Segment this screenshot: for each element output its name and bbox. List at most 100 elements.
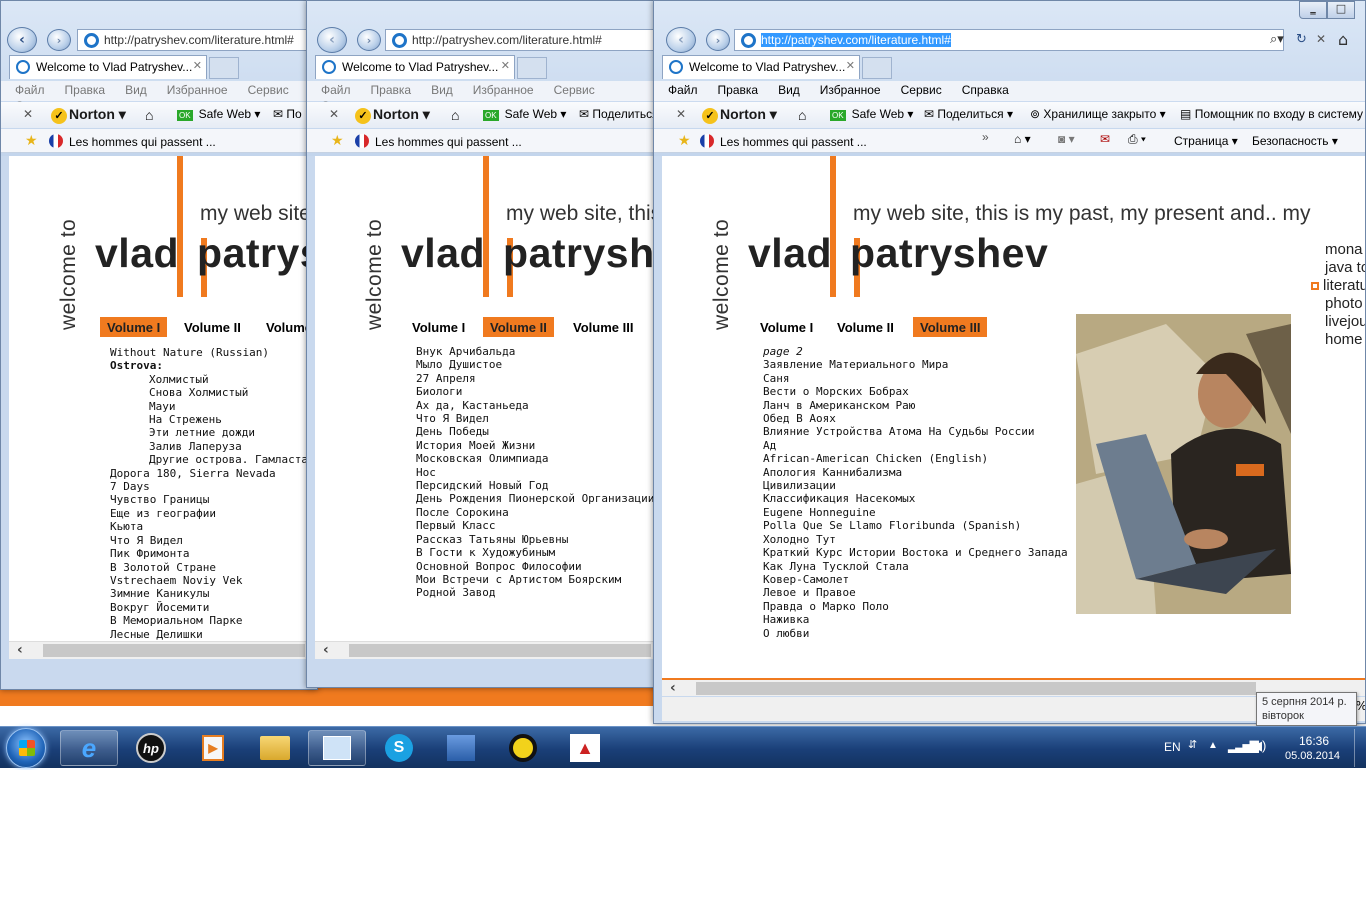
story-link[interactable]: В Мемориальном Парке — [110, 614, 309, 627]
story-link[interactable]: Родной Завод — [416, 586, 654, 599]
menu-tools[interactable]: Сервис — [887, 81, 948, 97]
story-link[interactable]: Мауи — [110, 400, 309, 413]
story-link[interactable]: Ланч в Американском Раю — [763, 399, 1068, 412]
taskbar-media-player[interactable]: ▶ — [184, 730, 242, 766]
forward-button[interactable]: › — [357, 29, 381, 51]
back-button[interactable]: ‹ — [317, 27, 347, 53]
favorite-link[interactable]: Les hommes qui passent ... — [700, 134, 867, 149]
story-link[interactable]: Саня — [763, 372, 1068, 385]
forward-button[interactable]: › — [706, 29, 730, 51]
story-link[interactable]: Polla Que Se Llamo Floribunda (Spanish) — [763, 519, 1068, 532]
volume-3-tab[interactable]: Volume III — [566, 317, 640, 337]
story-link[interactable]: Снова Холмистый — [110, 386, 309, 399]
zoom-percent[interactable]: % — [1356, 699, 1365, 713]
menu-favorites[interactable]: Избранное — [459, 81, 540, 97]
browser-window-1[interactable]: ‹ › http://patryshev.com/literature.html… — [0, 0, 318, 690]
story-link[interactable]: Мои Встречи с Артистом Боярским — [416, 573, 654, 586]
story-link[interactable]: В Золотой Стране — [110, 561, 309, 574]
page-menu[interactable]: Страница ▾ — [1174, 134, 1238, 148]
volume-1-tab[interactable]: Volume I — [753, 317, 820, 337]
story-link[interactable]: African-American Chicken (English) — [763, 452, 1068, 465]
story-link[interactable]: Как Луна Тусклой Стала — [763, 560, 1068, 573]
start-button[interactable] — [6, 728, 46, 768]
volume-1-tab[interactable]: Volume I — [405, 317, 472, 337]
address-bar[interactable]: http://patryshev.com/literature.html# — [385, 29, 661, 51]
volume-3-tab[interactable]: Volume III — [913, 317, 988, 337]
back-button[interactable]: ‹ — [7, 27, 37, 53]
story-link[interactable]: Другие острова. Гамластан. — [110, 453, 309, 466]
story-link[interactable]: Ах да, Кастаньеда — [416, 399, 654, 412]
refresh-icon[interactable]: ↻ — [1296, 32, 1307, 47]
browser-window-2[interactable]: ‹ › http://patryshev.com/literature.html… — [306, 0, 662, 688]
favorite-link[interactable]: Les hommes qui passent ... — [49, 134, 216, 149]
scroll-thumb[interactable] — [349, 644, 651, 657]
story-link[interactable]: Холодно Тут — [763, 533, 1068, 546]
menu-favorites[interactable]: Избранное — [806, 81, 887, 97]
story-link[interactable]: Что Я Видел — [416, 412, 654, 425]
menu-tools[interactable]: Сервис — [234, 81, 295, 97]
story-link[interactable]: Ковер-Самолет — [763, 573, 1068, 586]
scroll-left-icon[interactable]: ‹ — [17, 642, 23, 658]
menu-view[interactable]: Вид — [417, 81, 459, 97]
address-bar[interactable]: http://patryshev.com/literature.html# — [77, 29, 317, 51]
story-link[interactable]: Цивилизации — [763, 479, 1068, 492]
volume-1-tab[interactable]: Volume I — [100, 317, 168, 337]
scroll-left-icon[interactable]: ‹ — [323, 642, 329, 658]
menu-edit[interactable]: Правка — [51, 81, 112, 97]
vault-menu[interactable]: ⊚ Хранилище закрыто ▾ — [1030, 107, 1166, 121]
menu-view[interactable]: Вид — [111, 81, 153, 97]
volume-3-tab[interactable]: Volume III — [259, 317, 309, 337]
nav-link-photo[interactable]: photo — [1325, 295, 1365, 313]
taskbar-control-panel[interactable] — [308, 730, 366, 766]
story-link[interactable]: Внук Арчибальда — [416, 345, 654, 358]
taskbar-freshtel[interactable]: ▲ — [556, 730, 614, 766]
volume-icon[interactable]: ◀) — [1252, 738, 1266, 754]
close-tab-icon[interactable]: ✕ — [193, 59, 202, 72]
menu-file[interactable]: Файл — [1, 81, 51, 97]
story-link[interactable]: Классификация Насекомых — [763, 492, 1068, 505]
close-tab-icon[interactable]: ✕ — [846, 59, 855, 72]
tab-active[interactable]: Welcome to Vlad Patryshev... ✕ — [9, 55, 207, 79]
close-toolbar-icon[interactable]: ✕ — [676, 107, 686, 121]
browser-window-3[interactable]: ‗ □ ‹ › http://patryshev.com/literature.… — [653, 0, 1366, 724]
menu-edit[interactable]: Правка — [704, 81, 765, 97]
close-toolbar-icon[interactable]: ✕ — [23, 107, 33, 121]
taskbar-internet-explorer[interactable]: e — [60, 730, 118, 766]
maximize-button[interactable]: □ — [1327, 1, 1355, 19]
story-link[interactable]: Without Nature (Russian) — [110, 346, 309, 359]
scroll-left-icon[interactable]: ‹ — [670, 680, 676, 696]
story-link[interactable]: Пик Фримонта — [110, 547, 309, 560]
horizontal-scrollbar[interactable]: ‹ — [9, 641, 309, 659]
story-link[interactable]: Мыло Душистое — [416, 358, 654, 371]
story-link[interactable]: После Сорокина — [416, 506, 654, 519]
scroll-thumb[interactable] — [696, 682, 1256, 695]
forward-button[interactable]: › — [47, 29, 71, 51]
new-tab-button[interactable] — [517, 57, 547, 79]
story-link[interactable]: Рассказ Татьяны Юрьевны — [416, 533, 654, 546]
story-link[interactable]: Нос — [416, 466, 654, 479]
home-icon[interactable]: ⌂ — [145, 107, 153, 123]
safe-web-menu[interactable]: OK Safe Web ▾ — [830, 107, 913, 121]
story-link[interactable]: Персидский Новый Год — [416, 479, 654, 492]
story-link[interactable]: Чувство Границы — [110, 493, 309, 506]
favorites-star-icon[interactable]: ★ — [331, 132, 344, 149]
story-link[interactable]: Вести о Морских Бобрах — [763, 385, 1068, 398]
story-link[interactable]: Заявление Материального Мира — [763, 358, 1068, 371]
mail-icon[interactable]: ✉ — [1100, 132, 1110, 146]
story-link[interactable]: 7 Days — [110, 480, 309, 493]
tab-active[interactable]: Welcome to Vlad Patryshev... ✕ — [315, 55, 515, 79]
story-link[interactable]: Vstrechaem Noviy Vek — [110, 574, 309, 587]
chevron-more-icon[interactable]: » — [982, 130, 989, 144]
new-tab-button[interactable] — [862, 57, 892, 79]
story-link[interactable]: Лесные Делишки — [110, 628, 309, 641]
nav-link-home[interactable]: home — [1325, 331, 1365, 349]
story-link[interactable]: Краткий Курс Истории Востока и Среднего … — [763, 546, 1068, 559]
taskbar-skype[interactable]: S — [370, 730, 428, 766]
login-assistant-menu[interactable]: ▤ Помощник по входу в систему — [1180, 107, 1363, 121]
story-link[interactable]: Зимние Каникулы — [110, 587, 309, 600]
taskbar-hp[interactable]: hp — [122, 730, 180, 766]
story-link[interactable]: Правда о Марко Поло — [763, 600, 1068, 613]
nav-link-livejournal[interactable]: livejou — [1325, 313, 1365, 331]
taskbar-explorer[interactable] — [246, 730, 304, 766]
story-link[interactable]: Первый Класс — [416, 519, 654, 532]
